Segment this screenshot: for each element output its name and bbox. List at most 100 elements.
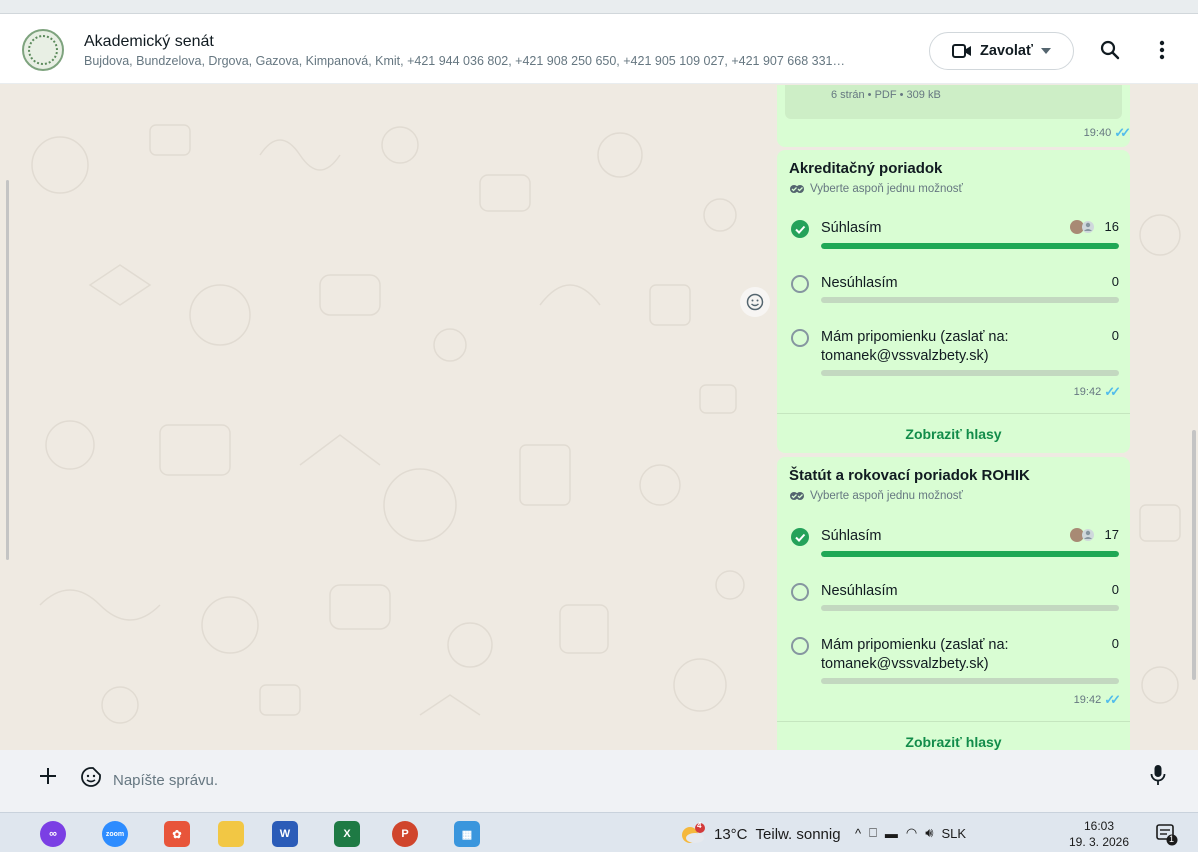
store-app-icon[interactable]: ▦: [454, 821, 480, 847]
onedrive-icon[interactable]: ⎕: [869, 825, 877, 841]
vote-bar: [821, 551, 1119, 557]
wifi-icon[interactable]: ◠: [906, 825, 917, 841]
language-indicator[interactable]: SLK: [941, 826, 966, 841]
document-message[interactable]: 6 strán • PDF • 309 kB 19:40 ✓✓: [777, 85, 1131, 147]
unchecked-icon[interactable]: [791, 275, 809, 293]
document-meta: 6 strán • PDF • 309 kB: [831, 89, 941, 101]
unchecked-icon[interactable]: [791, 637, 809, 655]
read-ticks-icon: ✓✓: [1114, 125, 1131, 140]
microphone-icon: [1150, 765, 1166, 785]
unchecked-icon[interactable]: [791, 329, 809, 347]
vote-count: 0: [1111, 582, 1119, 597]
browser-strip: [0, 0, 1198, 14]
poll-option[interactable]: Súhlasím 16: [789, 219, 1119, 259]
checked-icon[interactable]: [791, 528, 809, 546]
option-label: Mám pripomienku (zaslať na: tomanek@vssv…: [821, 637, 1009, 672]
vote-count: 0: [1111, 328, 1119, 343]
message-time: 19:40 ✓✓: [777, 119, 1131, 141]
chevron-up-icon[interactable]: ^: [855, 826, 861, 841]
react-button[interactable]: [740, 287, 770, 317]
poll-hint-text: Vyberte aspoň jednu možnosť: [810, 183, 963, 195]
option-label: Nesúhlasím: [821, 583, 898, 599]
call-label: Zavolať: [980, 43, 1033, 59]
chat-participants: Bujdova, Bundzelova, Drgova, Gazova, Kim…: [84, 54, 845, 68]
poll-option[interactable]: Súhlasím 17: [789, 527, 1119, 567]
view-votes-button[interactable]: Zobraziť hlasy: [777, 734, 1130, 750]
zoom-app-icon[interactable]: zoom: [102, 821, 128, 847]
plus-icon: [40, 768, 56, 784]
notification-icon: [1156, 824, 1178, 846]
vote-bar: [821, 678, 1119, 684]
read-ticks-icon: ✓✓: [1104, 384, 1121, 399]
composer: [0, 750, 1198, 812]
clock-date: 19. 3. 2026: [1068, 835, 1130, 849]
vote-count: 0: [1111, 636, 1119, 651]
document-time: 19:40: [1083, 127, 1112, 139]
poll-message: Štatút a rokovací poriadok ROHIK Vyberte…: [777, 457, 1130, 750]
checked-icon[interactable]: [791, 220, 809, 238]
weather-badge: 4: [697, 821, 702, 830]
search-button[interactable]: [1096, 36, 1124, 64]
message-time: 19:42 ✓✓: [1073, 384, 1121, 400]
document-preview[interactable]: 6 strán • PDF • 309 kB: [785, 85, 1122, 119]
multi-check-icon: [790, 492, 804, 500]
search-icon: [1100, 40, 1120, 60]
weather-icon: 4: [680, 821, 706, 845]
battery-icon[interactable]: ▬: [885, 826, 898, 841]
taskbar: ∞ zoom ✿ W X P ▦ 4 13°C Teilw. sonnig ^ …: [0, 812, 1198, 852]
excel-app-icon[interactable]: X: [334, 821, 360, 847]
poll-option[interactable]: Mám pripomienku (zaslať na: tomanek@vssv…: [789, 328, 1119, 378]
chat-header: Akademický senát Bujdova, Bundzelova, Dr…: [0, 14, 1198, 84]
poll-option[interactable]: Nesúhlasím 0: [789, 582, 1119, 622]
vote-count: 16: [1104, 219, 1119, 234]
poll-option[interactable]: Mám pripomienku (zaslať na: tomanek@vssv…: [789, 636, 1119, 686]
clock-time: 16:03: [1083, 819, 1115, 833]
weather-temp: 13°C: [714, 825, 748, 843]
poll-hint: Vyberte aspoň jednu možnosť: [777, 177, 1130, 195]
poll-title: Štatút a rokovací poriadok ROHIK: [789, 467, 1030, 484]
voter-avatars[interactable]: [1069, 218, 1097, 236]
message-input[interactable]: [113, 760, 1133, 800]
voice-button[interactable]: [1150, 764, 1174, 792]
copilot-app-icon[interactable]: ∞: [40, 821, 66, 847]
poll-title: Akreditačný poriadok: [789, 160, 943, 177]
smiley-icon: [746, 293, 764, 311]
poll-hint-text: Vyberte aspoň jednu možnosť: [810, 490, 963, 502]
weather-widget[interactable]: 4 13°C Teilw. sonnig: [680, 821, 841, 845]
scrollbar-left[interactable]: [6, 180, 9, 560]
chat-area[interactable]: 6 strán • PDF • 309 kB 19:40 ✓✓ Akredita…: [0, 85, 1198, 750]
view-votes-button[interactable]: Zobraziť hlasy: [777, 426, 1130, 442]
chevron-down-icon: [1040, 48, 1051, 54]
poll-option[interactable]: Nesúhlasím 0: [789, 274, 1119, 314]
unchecked-icon[interactable]: [791, 583, 809, 601]
poll-time: 19:42: [1073, 386, 1102, 398]
vote-bar: [821, 605, 1119, 611]
chat-info[interactable]: Akademický senát Bujdova, Bundzelova, Dr…: [84, 32, 914, 70]
app-icon[interactable]: ✿: [164, 821, 190, 847]
call-button[interactable]: Zavolať: [929, 32, 1074, 70]
voter-avatars[interactable]: [1069, 526, 1097, 544]
volume-icon[interactable]: 🔊︎: [925, 825, 933, 841]
group-avatar[interactable]: [22, 29, 64, 71]
vote-count: 17: [1104, 527, 1119, 542]
poll-message: Akreditačný poriadok Vyberte aspoň jednu…: [777, 150, 1130, 453]
menu-button[interactable]: [1148, 36, 1176, 64]
clock[interactable]: 16:03 19. 3. 2026: [1066, 818, 1132, 850]
option-label: Nesúhlasím: [821, 275, 898, 291]
attach-button[interactable]: [36, 766, 60, 790]
scrollbar[interactable]: [1192, 430, 1196, 680]
emoji-button[interactable]: [80, 766, 104, 790]
divider: [777, 721, 1130, 722]
vote-bar: [821, 243, 1119, 249]
powerpoint-app-icon[interactable]: P: [392, 821, 418, 847]
divider: [777, 413, 1130, 414]
file-explorer-icon[interactable]: [218, 821, 244, 847]
poll-hint: Vyberte aspoň jednu možnosť: [777, 484, 1130, 502]
notification-button[interactable]: 1: [1154, 822, 1178, 846]
vote-bar-fill: [821, 551, 1119, 557]
message-time: 19:42 ✓✓: [1074, 692, 1121, 708]
word-app-icon[interactable]: W: [272, 821, 298, 847]
weather-text: Teilw. sonnig: [755, 825, 841, 843]
vote-bar: [821, 297, 1119, 303]
vote-count: 0: [1111, 274, 1119, 289]
